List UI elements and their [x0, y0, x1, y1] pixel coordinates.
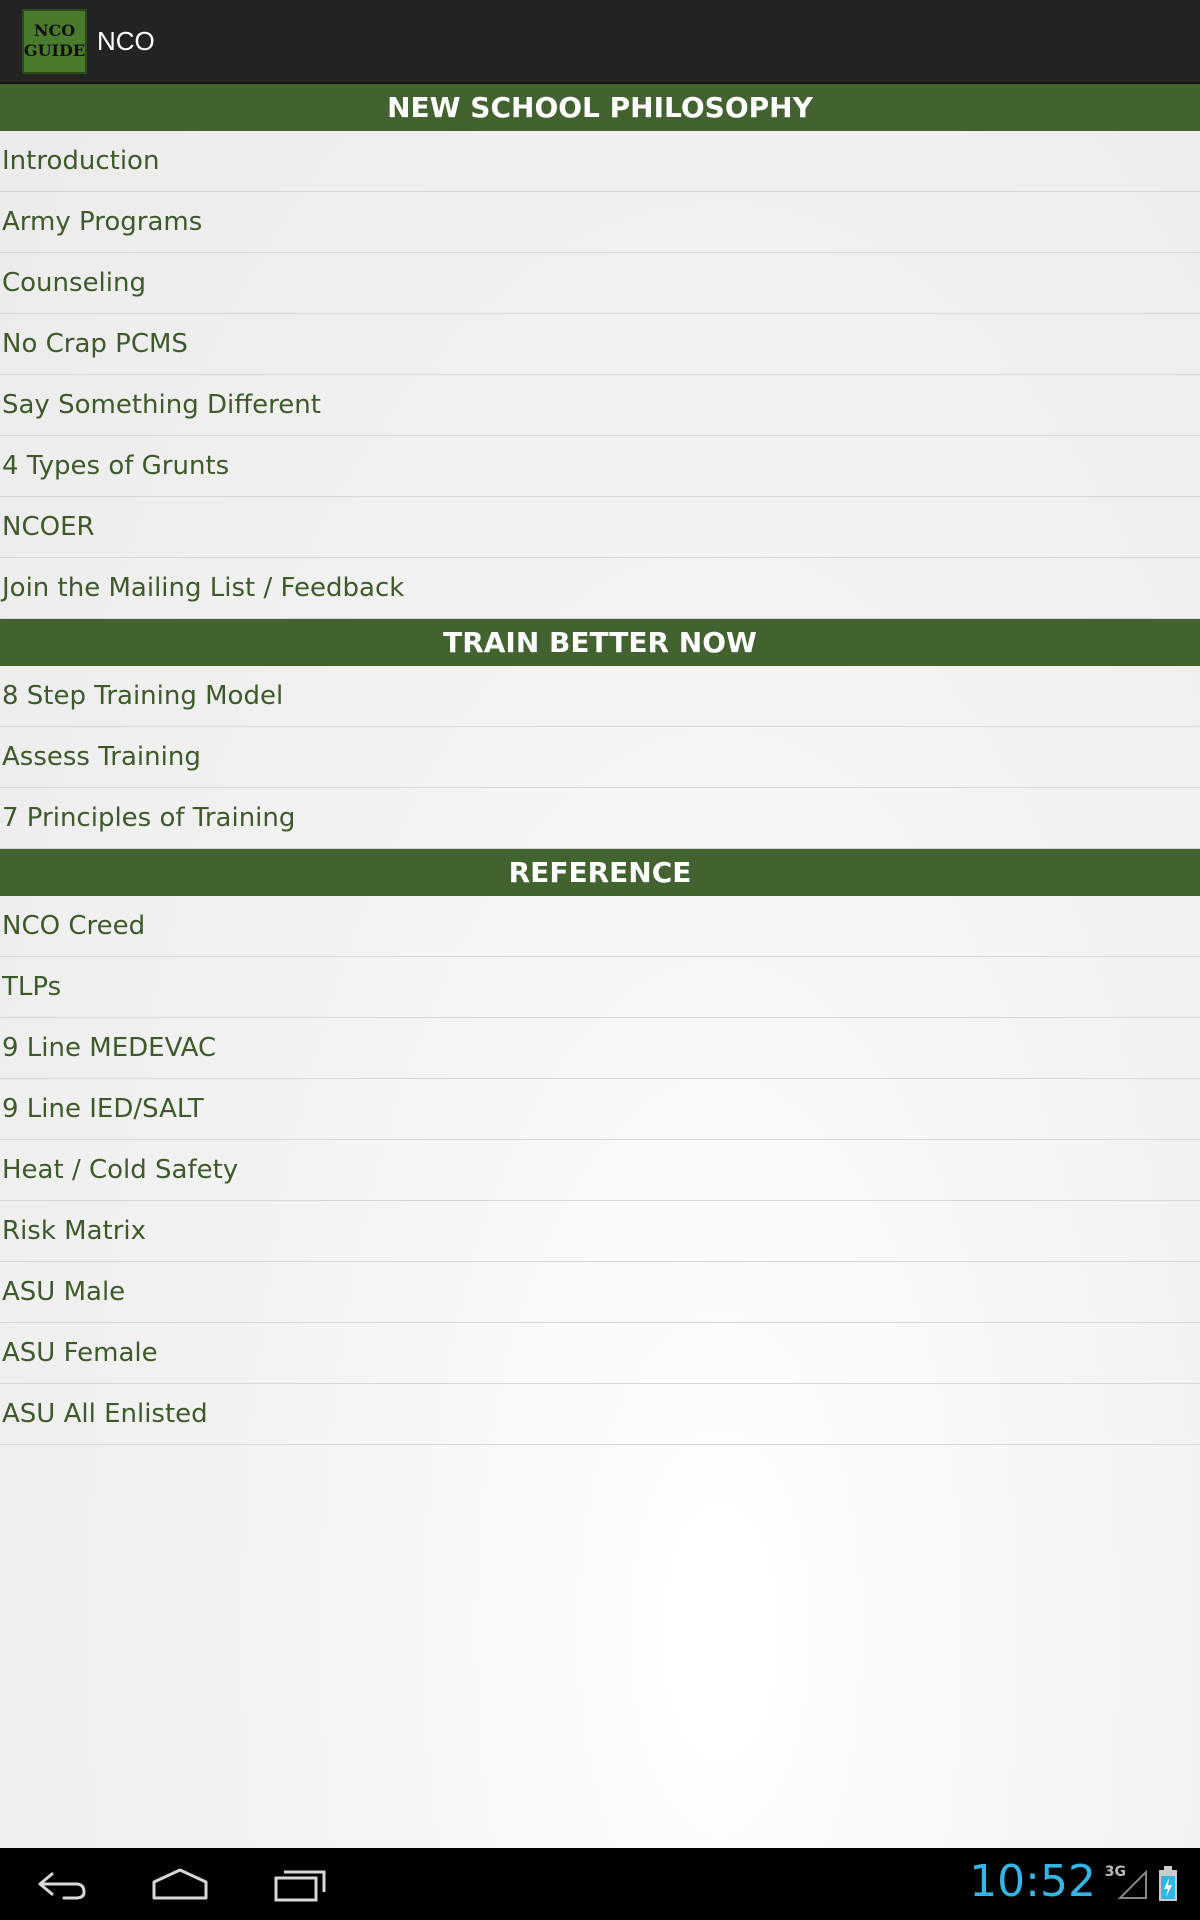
list-item-tlps[interactable]: TLPs: [0, 957, 1200, 1018]
system-nav-bar: 10:52 3G: [0, 1848, 1200, 1920]
list-item-asu-female[interactable]: ASU Female: [0, 1323, 1200, 1384]
list-item-no-crap-pcms[interactable]: No Crap PCMS: [0, 314, 1200, 375]
list-item-army-programs[interactable]: Army Programs: [0, 192, 1200, 253]
app-logo-icon[interactable]: NCO GUIDE: [22, 8, 87, 74]
action-bar: NCO GUIDE NCO: [0, 0, 1200, 84]
list-item-4-types-of-grunts[interactable]: 4 Types of Grunts: [0, 436, 1200, 497]
list-item-introduction[interactable]: Introduction: [0, 131, 1200, 192]
list-item-nco-creed[interactable]: NCO Creed: [0, 896, 1200, 957]
list-item-8-step-training-model[interactable]: 8 Step Training Model: [0, 666, 1200, 727]
list-item-say-something-different[interactable]: Say Something Different: [0, 375, 1200, 436]
list-item-asu-all-enlisted[interactable]: ASU All Enlisted: [0, 1384, 1200, 1445]
section-header-train-better-now: TRAIN BETTER NOW: [0, 619, 1200, 666]
list-item-mailing-list-feedback[interactable]: Join the Mailing List / Feedback: [0, 558, 1200, 619]
app-logo-line2: GUIDE: [23, 41, 86, 60]
signal-icon: [1117, 1868, 1148, 1904]
home-icon[interactable]: [140, 1862, 220, 1906]
section-header-new-school-philosophy: NEW SCHOOL PHILOSOPHY: [0, 84, 1200, 131]
battery-icon: [1158, 1866, 1178, 1902]
back-icon[interactable]: [20, 1862, 100, 1906]
list-item-risk-matrix[interactable]: Risk Matrix: [0, 1201, 1200, 1262]
recent-apps-icon[interactable]: [260, 1862, 340, 1906]
app-logo-line1: NCO: [33, 21, 76, 40]
list-item-7-principles-of-training[interactable]: 7 Principles of Training: [0, 788, 1200, 849]
list-item-9-line-medevac[interactable]: 9 Line MEDEVAC: [0, 1018, 1200, 1079]
section-header-reference: REFERENCE: [0, 849, 1200, 896]
app-title: NCO: [97, 25, 155, 56]
list-item-ncoer[interactable]: NCOER: [0, 497, 1200, 558]
status-clock: 10:52: [969, 1856, 1096, 1907]
list-item-heat-cold-safety[interactable]: Heat / Cold Safety: [0, 1140, 1200, 1201]
list-item-asu-male[interactable]: ASU Male: [0, 1262, 1200, 1323]
menu-list: NEW SCHOOL PHILOSOPHY Introduction Army …: [0, 84, 1200, 1445]
list-item-assess-training[interactable]: Assess Training: [0, 727, 1200, 788]
list-item-counseling[interactable]: Counseling: [0, 253, 1200, 314]
list-item-9-line-ied-salt[interactable]: 9 Line IED/SALT: [0, 1079, 1200, 1140]
